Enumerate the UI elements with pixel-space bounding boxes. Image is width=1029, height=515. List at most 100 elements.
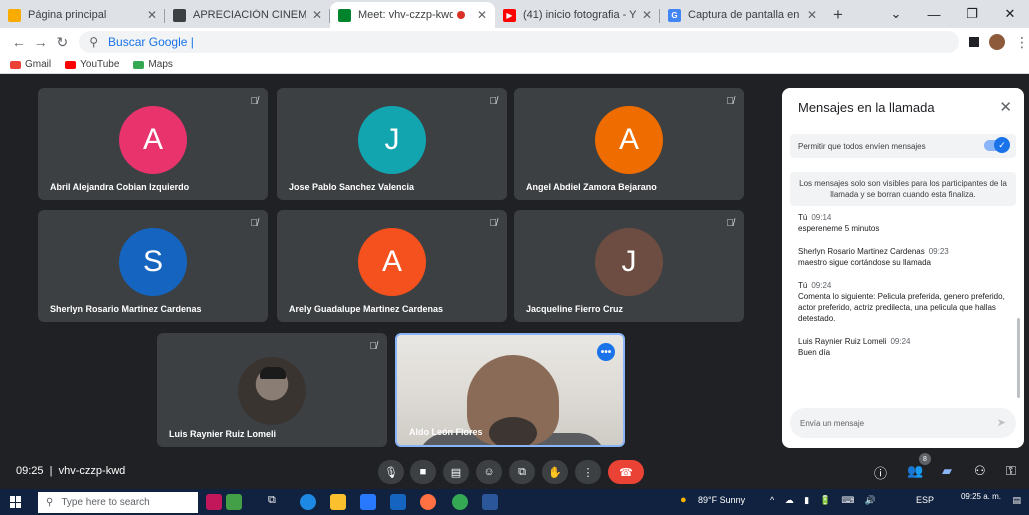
tab-title: Meet: vhv-czzp-kwd — [358, 9, 453, 21]
participant-tile[interactable]: 🎙̸ J Jacqueline Fierro Cruz — [514, 210, 744, 322]
mic-button[interactable]: 🎙 — [378, 460, 404, 484]
firefox-icon[interactable] — [420, 494, 436, 510]
avatar-initial: A — [142, 123, 163, 156]
back-icon[interactable]: ← — [8, 34, 30, 50]
flowers-icon[interactable] — [206, 494, 222, 510]
notification-icon[interactable]: ▤ — [1012, 495, 1021, 506]
captions-button[interactable]: ▤ — [443, 460, 469, 484]
participant-name: Aldo León Flores — [409, 427, 483, 437]
present-button[interactable]: ⧉ — [509, 460, 535, 484]
tab-title: Página principal — [28, 9, 107, 21]
omnibox[interactable]: ⚲ Buscar Google | — [79, 31, 960, 53]
tab-meet[interactable]: Meet: vhv-czzp-kwd ✕ — [330, 2, 495, 28]
raise-hand-button[interactable]: ✋ — [542, 460, 568, 484]
participant-tile[interactable]: 🎙̸ Luis Raynier Ruiz Lomeli — [157, 333, 387, 447]
edge-icon[interactable] — [300, 494, 316, 510]
minimize-icon[interactable]: — — [915, 7, 953, 22]
tab-pagina-principal[interactable]: Página principal ✕ — [0, 2, 165, 28]
reload-icon[interactable]: ↻ — [52, 34, 74, 51]
profile-avatar[interactable] — [989, 34, 1006, 50]
chat-panel: Mensajes en la llamada ✕ Permitir que to… — [782, 88, 1024, 448]
close-tab-icon[interactable]: ✕ — [147, 8, 157, 22]
mail-icon[interactable] — [390, 494, 406, 510]
info-icon[interactable]: ⓘ — [874, 463, 887, 482]
file-explorer-icon[interactable] — [330, 494, 346, 510]
message-text: Buen día — [798, 348, 831, 357]
send-icon[interactable]: ➤ — [997, 416, 1006, 429]
allow-messages-toggle[interactable] — [984, 137, 1010, 153]
avatar: S — [119, 228, 187, 296]
tab-search-icon[interactable]: ⌄ — [877, 6, 915, 22]
address-bar: ← → ↻ ⚲ Buscar Google | ⋮ — [0, 28, 1029, 56]
tray-icons[interactable]: ^ ☁ ▮ 🔋 ⌨ 🔊 — [770, 495, 880, 506]
search-icon: ⚲ — [46, 497, 54, 508]
menu-icon[interactable]: ⋮ — [1015, 34, 1029, 51]
omnibox-text: Buscar Google | — [108, 35, 194, 49]
participant-tile[interactable]: 🎙̸ J Jose Pablo Sanchez Valencia — [277, 88, 507, 200]
tab-captura[interactable]: G Captura de pantalla en PC - ✕ — [660, 2, 825, 28]
message-sender: Tú — [798, 281, 808, 290]
more-options-icon[interactable]: ••• — [597, 343, 615, 361]
taskbar-clock[interactable]: 09:25 a. m. — [961, 491, 1001, 502]
folder-icon — [8, 8, 21, 22]
participant-tile[interactable]: 🎙̸ A Arely Guadalupe Martinez Cardenas — [277, 210, 507, 322]
tab-title: (41) inicio fotografia - YouTube — [523, 9, 636, 21]
activities-icon[interactable]: ⚇ — [974, 463, 986, 479]
meet-icon — [338, 8, 351, 22]
word-icon[interactable] — [482, 494, 498, 510]
google-icon: G — [668, 8, 681, 22]
participant-tile[interactable]: 🎙̸ A Abril Alejandra Cobian Izquierdo — [38, 88, 268, 200]
avatar: J — [358, 106, 426, 174]
restore-icon[interactable]: ❐ — [953, 6, 991, 22]
language-indicator[interactable]: ESP — [916, 495, 934, 505]
participant-tile[interactable]: 🎙̸ S Sherlyn Rosario Martinez Cardenas — [38, 210, 268, 322]
close-tab-icon[interactable]: ✕ — [642, 8, 652, 22]
separator: | — [46, 465, 56, 477]
self-video-tile[interactable]: ••• Aldo León Flores — [395, 333, 625, 447]
doc-icon — [173, 8, 186, 22]
avatar-initial: J — [621, 245, 637, 278]
chat-icon[interactable]: ▰ — [942, 463, 952, 479]
chat-input[interactable]: Envía un mensaje ➤ — [790, 408, 1016, 438]
windows-start-icon[interactable] — [10, 496, 22, 508]
chrome-icon[interactable] — [452, 494, 468, 510]
taskbar-search[interactable]: ⚲ Type here to search — [38, 492, 198, 513]
leave-call-button[interactable]: ☎ — [608, 460, 644, 484]
bookmark-label: Maps — [148, 59, 173, 70]
close-tab-icon[interactable]: ✕ — [477, 8, 487, 22]
message-text: maestro sigue cortándose su llamada — [798, 258, 931, 267]
message-time: 09:24 — [890, 337, 911, 346]
sidepanel-icon[interactable] — [969, 37, 980, 47]
camera-button[interactable]: ■ — [410, 460, 436, 484]
close-window-icon[interactable]: ✕ — [991, 6, 1029, 22]
bookmark-youtube[interactable]: YouTube — [65, 59, 119, 70]
meet-control-bar: 09:25 | vhv-czzp-kwd 🎙 ■ ▤ ☺ ⧉ ✋ ⋮ ☎ ⓘ 👥… — [0, 453, 1029, 489]
taskbar: ⚲ Type here to search ⧉ ● 89°F Sunny ^ ☁… — [0, 489, 1029, 515]
people-icon[interactable]: 👥 — [907, 463, 923, 479]
meeting-info: 09:25 | vhv-czzp-kwd — [16, 465, 125, 477]
allow-messages-label: Permitir que todos envíen mensajes — [798, 141, 926, 151]
bookmark-gmail[interactable]: Gmail — [10, 59, 51, 70]
tree-icon[interactable] — [226, 494, 242, 510]
close-tab-icon[interactable]: ✕ — [312, 8, 322, 22]
participant-tile[interactable]: 🎙̸ A Angel Abdiel Zamora Bejarano — [514, 88, 744, 200]
weather-text[interactable]: 89°F Sunny — [698, 495, 745, 505]
more-options-button[interactable]: ⋮ — [575, 460, 601, 484]
emoji-button[interactable]: ☺ — [476, 460, 502, 484]
chat-title: Mensajes en la llamada — [798, 100, 935, 115]
close-tab-icon[interactable]: ✕ — [807, 8, 817, 22]
store-icon[interactable] — [360, 494, 376, 510]
tab-apreciacion[interactable]: APRECIACIÓN CINEMATOGRÁ ✕ — [165, 2, 330, 28]
bookmark-maps[interactable]: Maps — [133, 59, 173, 70]
host-controls-icon[interactable]: ⚿ — [1006, 463, 1016, 479]
bookmark-label: Gmail — [25, 59, 52, 70]
close-icon[interactable]: ✕ — [999, 98, 1012, 116]
task-view-icon[interactable]: ⧉ — [268, 494, 284, 510]
forward-icon[interactable]: → — [30, 34, 52, 50]
new-tab-button[interactable]: + — [825, 2, 851, 28]
tab-title: Captura de pantalla en PC - — [688, 9, 801, 21]
gmail-icon — [10, 60, 21, 69]
tab-youtube[interactable]: ▶ (41) inicio fotografia - YouTube ✕ — [495, 2, 660, 28]
chat-scrollbar[interactable] — [1017, 318, 1020, 398]
weather-icon[interactable]: ● — [680, 494, 687, 506]
